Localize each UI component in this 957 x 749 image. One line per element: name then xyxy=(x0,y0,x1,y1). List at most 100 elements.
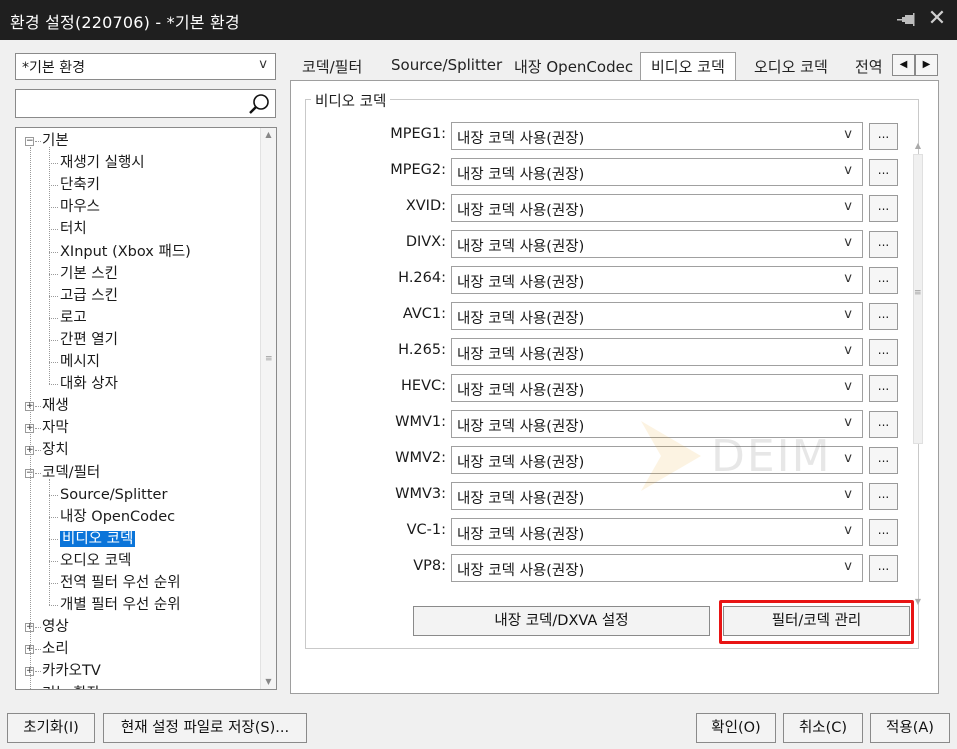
tree-connector xyxy=(49,163,58,165)
tree-item-label: 개별 필터 우선 순위 xyxy=(60,597,181,614)
search-icon[interactable] xyxy=(247,92,273,116)
cancel-button[interactable]: 취소(C) xyxy=(783,713,863,743)
tab-scroll-left-icon[interactable]: ◀ xyxy=(892,54,915,76)
codec-label: WMV2: xyxy=(395,450,446,466)
tree-item-label: 코덱/필터 xyxy=(42,464,101,481)
codec-row: WMV3: 내장 코덱 사용(권장) v... xyxy=(356,482,898,510)
scroll-up-icon[interactable]: ▲ xyxy=(261,128,276,142)
codec-select[interactable]: 내장 코덱 사용(권장) v xyxy=(451,446,863,474)
codec-options-button[interactable]: ... xyxy=(869,159,898,186)
pin-icon[interactable] xyxy=(896,10,918,30)
codec-label: VC-1: xyxy=(406,522,446,538)
tree-item[interactable]: Source/Splitter xyxy=(60,485,167,505)
profile-select[interactable]: *기본 환경 v xyxy=(15,53,276,80)
tree-item[interactable]: 단축키 xyxy=(60,175,100,195)
tree-connector xyxy=(49,538,58,540)
close-icon[interactable]: ✕ xyxy=(926,8,948,30)
tree-item[interactable]: 전역 필터 우선 순위 xyxy=(60,573,181,593)
tab-2[interactable]: Source/Splitter xyxy=(381,53,512,80)
ok-button[interactable]: 확인(O) xyxy=(696,713,776,743)
codec-options-button[interactable]: ... xyxy=(869,447,898,474)
scroll-down-icon[interactable]: ▼ xyxy=(261,675,276,689)
codec-select-value: 내장 코덱 사용(권장) xyxy=(457,419,585,435)
window-title: 환경 설정(220706) - *기본 환경 xyxy=(10,13,240,32)
tree-item[interactable]: 재생기 실행시 xyxy=(60,153,145,173)
codec-options-button[interactable]: ... xyxy=(869,375,898,402)
apply-button[interactable]: 적용(A) xyxy=(870,713,950,743)
tree-item[interactable]: 영상 xyxy=(42,617,69,637)
video-codec-groupbox: ▲ ≡ ▼ MPEG1: 내장 코덱 사용(권장) v... MPEG2: 내장 코덱 … xyxy=(305,99,923,649)
scroll-grip-icon[interactable]: ≡ xyxy=(265,354,273,364)
profile-select-value: *기본 환경 xyxy=(22,60,85,76)
codec-select[interactable]: 내장 코덱 사용(권장) v xyxy=(451,158,863,186)
tree-item[interactable]: 로고 xyxy=(60,308,87,328)
tree-item[interactable]: 자막 xyxy=(42,418,69,438)
tree-item[interactable]: 소리 xyxy=(42,639,69,659)
codec-options-button[interactable]: ... xyxy=(869,555,898,582)
tab-5[interactable]: 오디오 코덱 xyxy=(744,53,838,80)
codec-select[interactable]: 내장 코덱 사용(권장) v xyxy=(451,194,863,222)
tab-1[interactable]: 코덱/필터 xyxy=(292,53,372,80)
tab-6[interactable]: 전역 xyxy=(845,53,893,80)
chevron-down-icon: v xyxy=(844,379,852,394)
codec-options-button[interactable]: ... xyxy=(869,123,898,150)
tree-connector xyxy=(49,583,58,584)
tab-4[interactable]: 비디오 코덱 xyxy=(640,52,736,81)
tree-item[interactable]: 내장 OpenCodec xyxy=(60,507,175,527)
group-scrollbar[interactable]: ▲ ≡ ▼ xyxy=(910,140,926,608)
reset-button[interactable]: 초기화(I) xyxy=(7,713,95,743)
tree-item[interactable]: 기능 확장 xyxy=(42,684,100,690)
tree-scrollbar[interactable]: ▲ ≡ ▼ xyxy=(260,128,276,689)
tree-expander-icon[interactable]: − xyxy=(25,137,34,146)
tree-item[interactable]: 비디오 코덱 xyxy=(60,529,136,549)
tree-item-label: 대화 상자 xyxy=(60,376,118,393)
codec-select[interactable]: 내장 코덱 사용(권장) v xyxy=(451,302,863,330)
tree-item[interactable]: 고급 스킨 xyxy=(60,286,118,306)
codec-select[interactable]: 내장 코덱 사용(권장) v xyxy=(451,122,863,150)
tab-3[interactable]: 내장 OpenCodec xyxy=(504,53,643,80)
codec-select[interactable]: 내장 코덱 사용(권장) v xyxy=(451,338,863,366)
codec-select[interactable]: 내장 코덱 사용(권장) v xyxy=(451,266,863,294)
tree-item[interactable]: 터치 xyxy=(60,219,87,239)
tab-scroll-right-icon[interactable]: ▶ xyxy=(915,54,938,76)
codec-options-button[interactable]: ... xyxy=(869,411,898,438)
tree-item[interactable]: XInput (Xbox 패드) xyxy=(60,242,191,262)
tree-item[interactable]: 카카오TV xyxy=(42,661,101,681)
tree-item[interactable]: 대화 상자 xyxy=(60,374,118,394)
codec-options-button[interactable]: ... xyxy=(869,231,898,258)
tree-item[interactable]: 기본 스킨 xyxy=(60,264,118,284)
tree-item-label: 자막 xyxy=(42,420,69,437)
tree-item[interactable]: 메시지 xyxy=(60,352,100,372)
codec-options-button[interactable]: ... xyxy=(869,339,898,366)
tree-expander-icon[interactable]: + xyxy=(25,690,34,691)
bottom-bar: 초기화(I) 현재 설정 파일로 저장(S)... 확인(O) 취소(C) 적용… xyxy=(0,706,957,749)
tree-item[interactable]: 기본 xyxy=(42,131,69,151)
tree-item-label: 재생 xyxy=(42,398,69,415)
scroll-grip-icon[interactable]: ≡ xyxy=(914,288,922,298)
codec-select[interactable]: 내장 코덱 사용(권장) v xyxy=(451,518,863,546)
scroll-thumb[interactable] xyxy=(913,154,923,444)
tree-item[interactable]: 마우스 xyxy=(60,197,100,217)
tree-item-label: 단축키 xyxy=(60,177,101,194)
codec-select[interactable]: 내장 코덱 사용(권장) v xyxy=(451,482,863,510)
search-input[interactable] xyxy=(16,90,241,117)
codec-select[interactable]: 내장 코덱 사용(권장) v xyxy=(451,230,863,258)
tree-item[interactable]: 오디오 코덱 xyxy=(60,551,131,571)
codec-select[interactable]: 내장 코덱 사용(권장) v xyxy=(451,374,863,402)
dxva-settings-button[interactable]: 내장 코덱/DXVA 설정 xyxy=(413,606,710,636)
scroll-up-icon[interactable]: ▲ xyxy=(910,140,926,152)
codec-select[interactable]: 내장 코덱 사용(권장) v xyxy=(451,410,863,438)
codec-options-button[interactable]: ... xyxy=(869,483,898,510)
tree-item[interactable]: 간편 열기 xyxy=(60,330,118,350)
tree-item[interactable]: 코덱/필터 xyxy=(42,463,100,483)
tree-item[interactable]: 재생 xyxy=(42,396,69,416)
codec-options-button[interactable]: ... xyxy=(869,519,898,546)
codec-options-button[interactable]: ... xyxy=(869,303,898,330)
save-settings-file-button[interactable]: 현재 설정 파일로 저장(S)... xyxy=(103,713,307,743)
tree-item[interactable]: 장치 xyxy=(42,440,69,460)
codec-options-button[interactable]: ... xyxy=(869,195,898,222)
tree-connector xyxy=(49,339,58,341)
codec-options-button[interactable]: ... xyxy=(869,267,898,294)
codec-select[interactable]: 내장 코덱 사용(권장) v xyxy=(451,554,863,582)
tree-item[interactable]: 개별 필터 우선 순위 xyxy=(60,595,181,615)
